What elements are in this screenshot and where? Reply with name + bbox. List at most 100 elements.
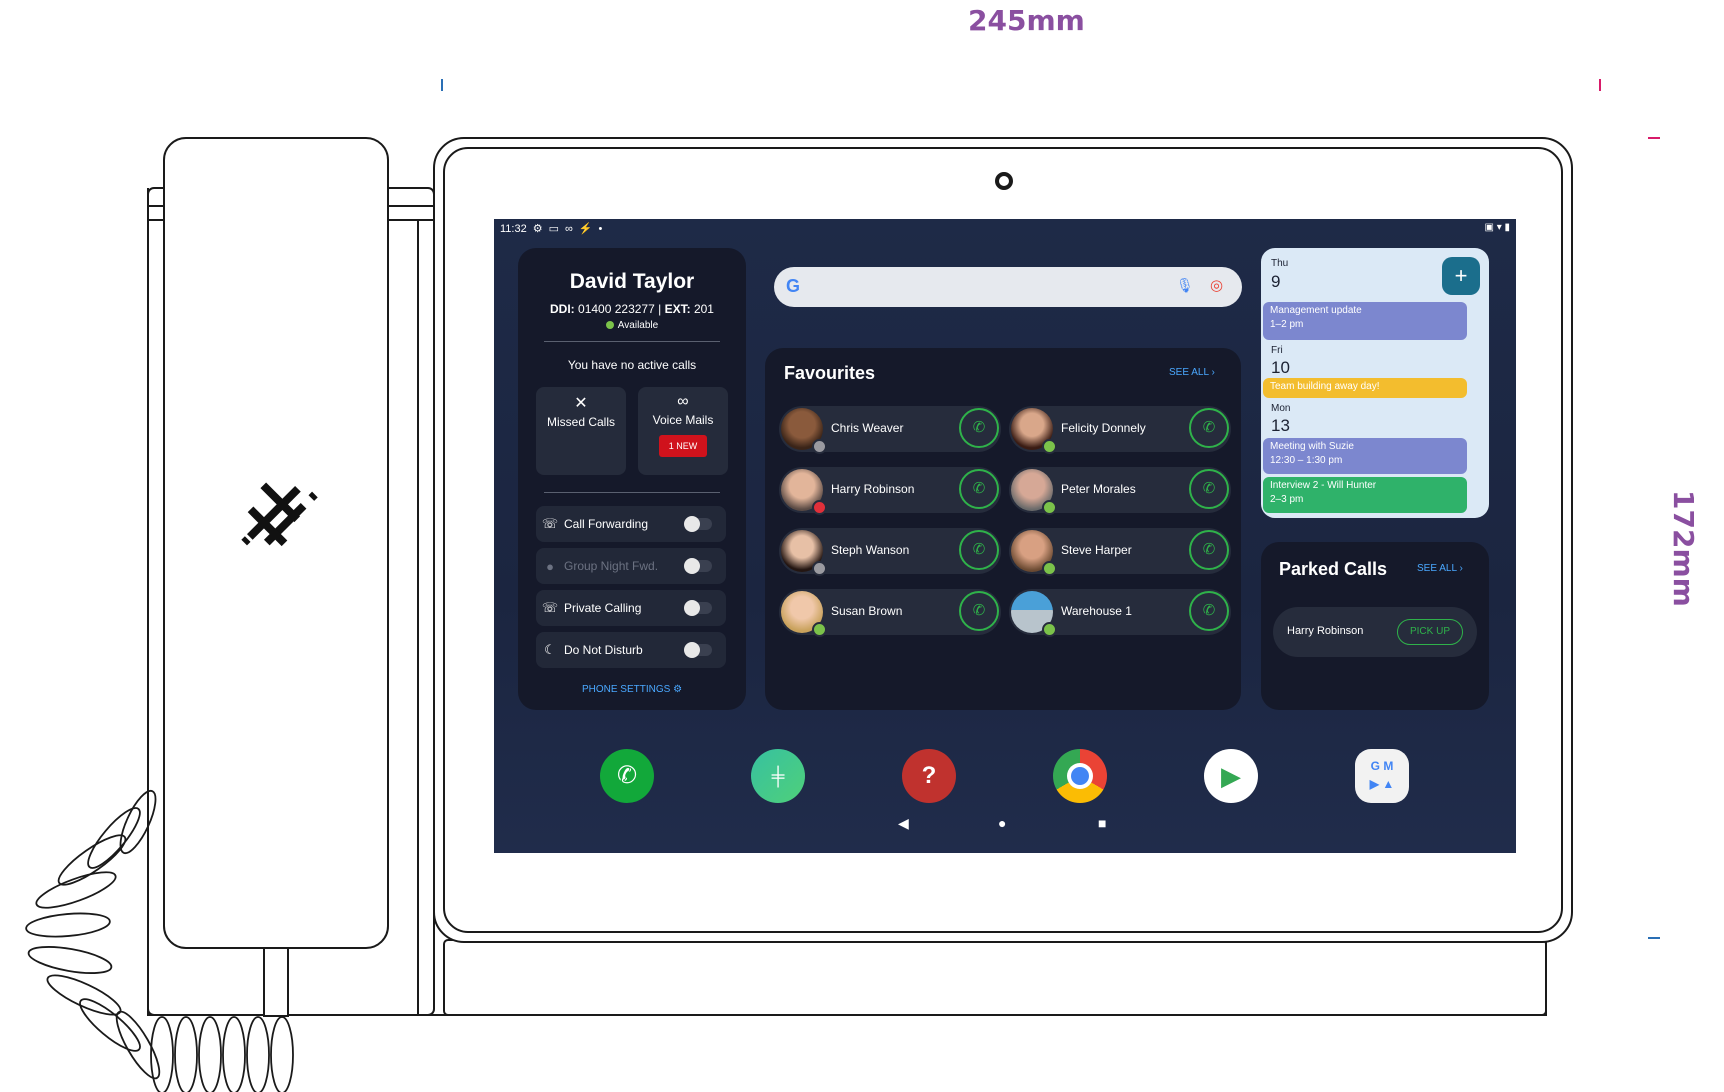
google-apps-folder-icon[interactable]: G M ▶ ▲ — [1355, 749, 1409, 803]
no-sync-status-icon: ⚡ — [578, 223, 593, 235]
favourites-panel: Favourites SEE ALL › Chris Weaver ✆ Feli… — [765, 348, 1241, 710]
contact-name: Susan Brown — [831, 604, 903, 618]
presence-dot — [812, 500, 827, 515]
voicemail-status-icon: ∞ — [565, 222, 573, 235]
phone-app-icon[interactable]: ✆ — [600, 749, 654, 803]
divider — [544, 341, 720, 342]
parked-calls-see-all-link[interactable]: SEE ALL › — [1417, 563, 1463, 574]
do-not-disturb-switch[interactable] — [684, 642, 712, 658]
calendar-event[interactable]: Interview 2 - Will Hunter 2–3 pm — [1263, 477, 1467, 513]
person-icon: ● — [546, 558, 554, 574]
voice-mails-label: Voice Mails — [652, 413, 714, 427]
call-forward-icon: ☏ — [541, 516, 559, 531]
voice-mails-tile[interactable]: ∞ Voice Mails 1 NEW — [638, 387, 728, 475]
group-night-fwd-toggle-row: ● Group Night Fwd. — [536, 548, 726, 584]
pick-up-button[interactable]: PICK UP — [1397, 619, 1463, 645]
do-not-disturb-label: Do Not Disturb — [564, 643, 643, 657]
chrome-app-icon[interactable] — [1053, 749, 1107, 803]
call-button[interactable]: ✆ — [959, 530, 999, 570]
voicemail-icon: ∞ — [677, 393, 689, 410]
presence-dot — [812, 561, 827, 576]
favourites-see-all-link[interactable]: SEE ALL › — [1169, 367, 1215, 378]
calendar-event[interactable]: Team building away day! — [1263, 378, 1467, 398]
more-status-icon: • — [598, 222, 603, 235]
car-status-icon: ▭ — [548, 223, 559, 235]
user-status: Available — [518, 320, 746, 331]
help-app-icon[interactable]: ? — [902, 749, 956, 803]
divider — [544, 492, 720, 493]
available-dot — [605, 321, 614, 330]
do-not-disturb-toggle-row[interactable]: ☾ Do Not Disturb — [536, 632, 726, 668]
call-button[interactable]: ✆ — [1189, 408, 1229, 448]
call-button[interactable]: ✆ — [1189, 469, 1229, 509]
favourite-contact[interactable]: Warehouse 1 ✆ — [1009, 589, 1231, 637]
favourite-contact[interactable]: Steph Wanson ✆ — [779, 528, 1001, 576]
call-button[interactable]: ✆ — [959, 591, 999, 631]
group-night-fwd-switch — [684, 558, 712, 574]
user-name: David Taylor — [569, 270, 695, 293]
call-forwarding-switch[interactable] — [684, 516, 712, 532]
call-button[interactable]: ✆ — [959, 469, 999, 509]
recents-button[interactable]: ■ — [1098, 815, 1106, 831]
favourite-contact[interactable]: Peter Morales ✆ — [1009, 467, 1231, 515]
call-forwarding-toggle-row[interactable]: ☏ Call Forwarding — [536, 506, 726, 542]
parked-calls-title: Parked Calls — [1279, 559, 1388, 579]
favourites-title: Favourites — [784, 363, 876, 383]
favourite-contact[interactable]: Chris Weaver ✆ — [779, 406, 1001, 454]
call-button[interactable]: ✆ — [1189, 591, 1229, 631]
contact-name: Harry Robinson — [831, 482, 915, 496]
phone-settings-link[interactable]: PHONE SETTINGS ⚙ — [518, 684, 746, 695]
presence-dot — [1042, 561, 1057, 576]
presence-dot — [1042, 439, 1057, 454]
private-calling-toggle-row[interactable]: ☏ Private Calling — [536, 590, 726, 626]
favourite-contact[interactable]: Felicity Donnely ✆ — [1009, 406, 1231, 454]
presence-dot — [1042, 622, 1057, 637]
tablet-screen: 11:32 ⚙ ▭ ∞ ⚡ • ▣ ▾ ▮ David Taylor DDI: … — [494, 219, 1516, 853]
call-button[interactable]: ✆ — [959, 408, 999, 448]
presence-dot — [812, 622, 827, 637]
system-status-icons: ▣ ▾ ▮ — [1484, 222, 1510, 233]
settings-status-icon: ⚙ — [532, 223, 543, 235]
home-button[interactable]: ● — [998, 815, 1006, 831]
contact-name: Steve Harper — [1061, 543, 1132, 557]
voicemail-new-badge: 1 NEW — [659, 435, 707, 457]
parked-caller-name: Harry Robinson — [1287, 625, 1364, 637]
private-calling-switch[interactable] — [684, 600, 712, 616]
calendar-event[interactable]: Meeting with Suzie 12:30 – 1:30 pm — [1263, 438, 1467, 474]
add-event-button[interactable]: + — [1442, 257, 1480, 295]
calendar-date: 9 — [1271, 272, 1281, 291]
gear-icon: ⚙ — [673, 684, 683, 695]
there-app-icon[interactable]: ╪ — [751, 749, 805, 803]
moon-icon: ☾ — [544, 642, 556, 657]
play-store-app-icon[interactable]: ▶ — [1204, 749, 1258, 803]
back-button[interactable]: ◀ — [898, 815, 909, 832]
missed-calls-tile[interactable]: ✕ Missed Calls — [536, 387, 626, 475]
contact-name: Peter Morales — [1061, 482, 1136, 496]
contact-name: Felicity Donnely — [1061, 421, 1146, 435]
contact-name: Warehouse 1 — [1061, 604, 1132, 618]
calendar-event[interactable]: Management update 1–2 pm — [1263, 302, 1467, 340]
favourite-contact[interactable]: Susan Brown ✆ — [779, 589, 1001, 637]
calendar-widget[interactable]: Thu 9 + Management update 1–2 pm Fri 10 T… — [1261, 248, 1489, 518]
calendar-weekday: Thu — [1271, 258, 1289, 269]
call-button[interactable]: ✆ — [1189, 530, 1229, 570]
google-search-bar[interactable]: G 🎙 ◎ — [774, 267, 1242, 307]
favourite-contact[interactable]: Harry Robinson ✆ — [779, 467, 1001, 515]
google-lens-icon[interactable]: ◎ — [1210, 276, 1223, 294]
calendar-weekday: Fri — [1271, 345, 1283, 356]
favourite-contact[interactable]: Steve Harper ✆ — [1009, 528, 1231, 576]
missed-call-icon: ✕ — [574, 395, 588, 412]
contact-name: Chris Weaver — [831, 421, 904, 435]
user-panel: David Taylor DDI: 01400 223277 | EXT: 20… — [518, 248, 746, 710]
missed-calls-label: Missed Calls — [546, 415, 615, 429]
microphone-icon[interactable]: 🎙 — [1176, 277, 1194, 294]
google-icon: G — [786, 276, 801, 296]
parked-calls-panel: Parked Calls SEE ALL › Harry Robinson PI… — [1261, 542, 1489, 710]
parked-call-row: Harry Robinson PICK UP — [1273, 607, 1477, 657]
private-calling-label: Private Calling — [564, 601, 642, 615]
contact-name: Steph Wanson — [831, 543, 910, 557]
status-time: 11:32 — [500, 222, 527, 235]
private-call-icon: ☏ — [541, 600, 559, 615]
calendar-weekday: Mon — [1271, 403, 1291, 414]
user-ddi: DDI: 01400 223277 | EXT: 201 — [550, 302, 714, 316]
